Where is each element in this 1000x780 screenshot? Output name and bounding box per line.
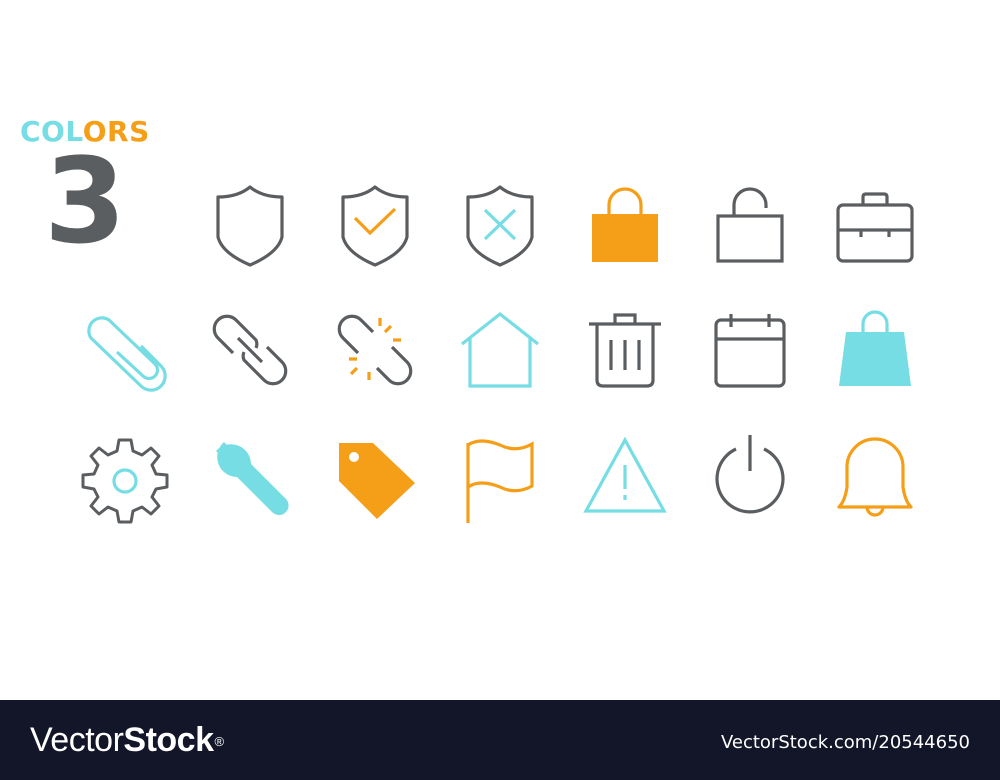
trash-icon	[575, 300, 675, 400]
flag-icon	[450, 427, 550, 527]
tag-icon	[325, 427, 425, 527]
paperclip-icon	[75, 300, 175, 400]
calendar-icon	[700, 300, 800, 400]
vectorstock-logo: VectorStock®	[30, 718, 224, 762]
lock-closed-icon	[575, 175, 675, 275]
lock-open-icon	[700, 175, 800, 275]
gear-icon	[75, 427, 175, 527]
footer-bar: VectorStock® VectorStock.com/20544650	[0, 700, 1000, 780]
colors-count: 3	[44, 132, 127, 270]
shopping-bag-icon	[825, 300, 925, 400]
power-icon	[700, 427, 800, 527]
broken-link-icon	[325, 300, 425, 400]
wrench-icon	[200, 427, 300, 527]
link-icon	[200, 300, 300, 400]
registered-mark: ®	[214, 734, 224, 749]
logo-light-text: Vector	[30, 721, 124, 759]
home-icon	[450, 300, 550, 400]
briefcase-icon	[825, 175, 925, 275]
icon-sheet: COLORS 3	[0, 0, 1000, 700]
shield-check-icon	[325, 175, 425, 275]
shield-x-icon	[450, 175, 550, 275]
logo-bold-text: Stock	[123, 721, 214, 759]
image-reference: VectorStock.com/20544650	[720, 732, 970, 753]
warning-icon	[575, 427, 675, 527]
bell-icon	[825, 427, 925, 527]
shield-icon	[200, 175, 300, 275]
